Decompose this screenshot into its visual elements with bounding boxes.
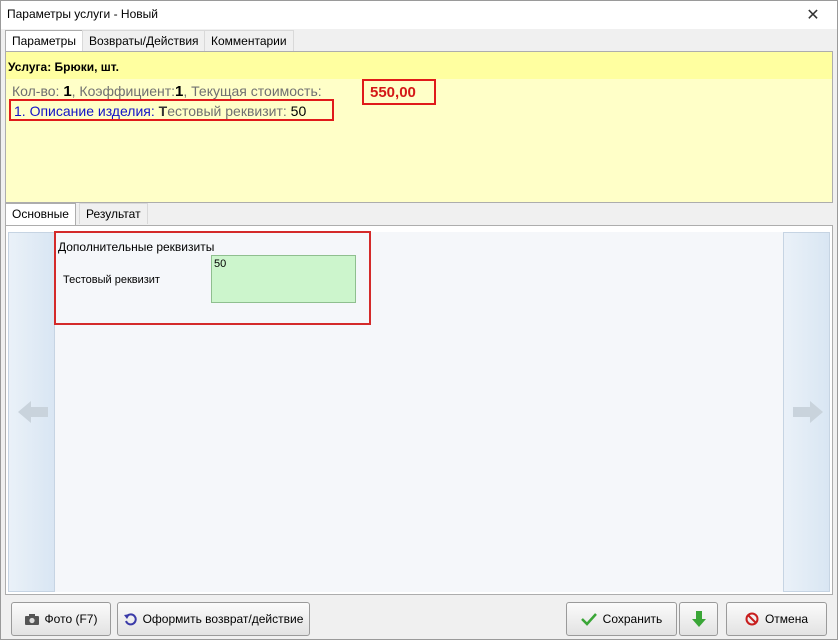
- service-summary-panel: Услуга: Брюки, шт. Кол-во: 1, Коэффициен…: [5, 51, 833, 203]
- tab-returns-actions[interactable]: Возвраты/Действия: [82, 30, 206, 51]
- camera-icon: [24, 613, 39, 625]
- service-quantity-line: Кол-во: 1, Коэффициент:1, Текущая стоимо…: [12, 83, 322, 100]
- save-button[interactable]: Сохранить: [566, 602, 677, 636]
- dialog-window: Параметры услуги - Новый ✕ Параметры Воз…: [0, 0, 838, 640]
- test-attribute-label: Тестовый реквизит: [63, 274, 160, 286]
- description-attr-value: 50: [290, 103, 307, 119]
- prev-nav-button[interactable]: [8, 232, 55, 592]
- tab-result[interactable]: Результат: [79, 203, 148, 224]
- arrow-left-icon: [18, 401, 48, 423]
- description-attr-initial: Т: [158, 103, 168, 119]
- cancel-button[interactable]: Отмена: [726, 602, 827, 636]
- cancel-button-label: Отмена: [764, 612, 809, 626]
- main-panel: Дополнительные реквизиты Тестовый реквиз…: [5, 225, 833, 595]
- tab-main[interactable]: Основные: [5, 203, 76, 225]
- checkmark-icon: [580, 612, 597, 626]
- cost-label: , Текущая стоимость:: [183, 83, 322, 99]
- next-nav-button[interactable]: [783, 232, 830, 592]
- return-action-button[interactable]: Оформить возврат/действие: [117, 602, 310, 636]
- save-button-label: Сохранить: [602, 612, 663, 626]
- photo-button[interactable]: Фото (F7): [11, 602, 111, 636]
- undo-icon: [123, 612, 137, 626]
- description-highlight: 1. Описание изделия: Тестовый реквизит: …: [9, 99, 334, 121]
- extra-attributes-title: Дополнительные реквизиты: [58, 240, 215, 254]
- qty-value: 1: [63, 83, 72, 100]
- return-action-label: Оформить возврат/действие: [142, 612, 304, 626]
- tab-comments[interactable]: Комментарии: [204, 30, 294, 51]
- price-highlight: 550,00: [362, 79, 436, 105]
- description-label[interactable]: 1. Описание изделия:: [14, 103, 159, 119]
- coef-label: , Коэффициент:: [71, 83, 176, 99]
- window-title: Параметры услуги - Новый: [7, 7, 158, 21]
- description-attr-label: естовый реквизит:: [167, 103, 291, 119]
- arrow-right-icon: [793, 401, 823, 423]
- cancel-icon: [745, 612, 759, 626]
- save-dropdown-button[interactable]: [679, 602, 718, 636]
- photo-button-label: Фото (F7): [44, 612, 98, 626]
- arrow-down-icon: [691, 611, 706, 627]
- item-description: 1. Описание изделия: Тестовый реквизит: …: [14, 103, 306, 119]
- tab-parameters[interactable]: Параметры: [5, 30, 83, 52]
- title-bar: Параметры услуги - Новый ✕: [1, 1, 837, 29]
- service-title: Услуга: Брюки, шт.: [8, 60, 119, 74]
- service-header: Услуга: Брюки, шт.: [6, 52, 832, 79]
- close-icon[interactable]: ✕: [793, 1, 833, 28]
- extra-attributes-group: Дополнительные реквизиты Тестовый реквиз…: [54, 231, 371, 325]
- qty-label: Кол-во:: [12, 83, 64, 99]
- test-attribute-input[interactable]: 50: [211, 255, 356, 303]
- current-cost-value: 550,00: [370, 84, 416, 101]
